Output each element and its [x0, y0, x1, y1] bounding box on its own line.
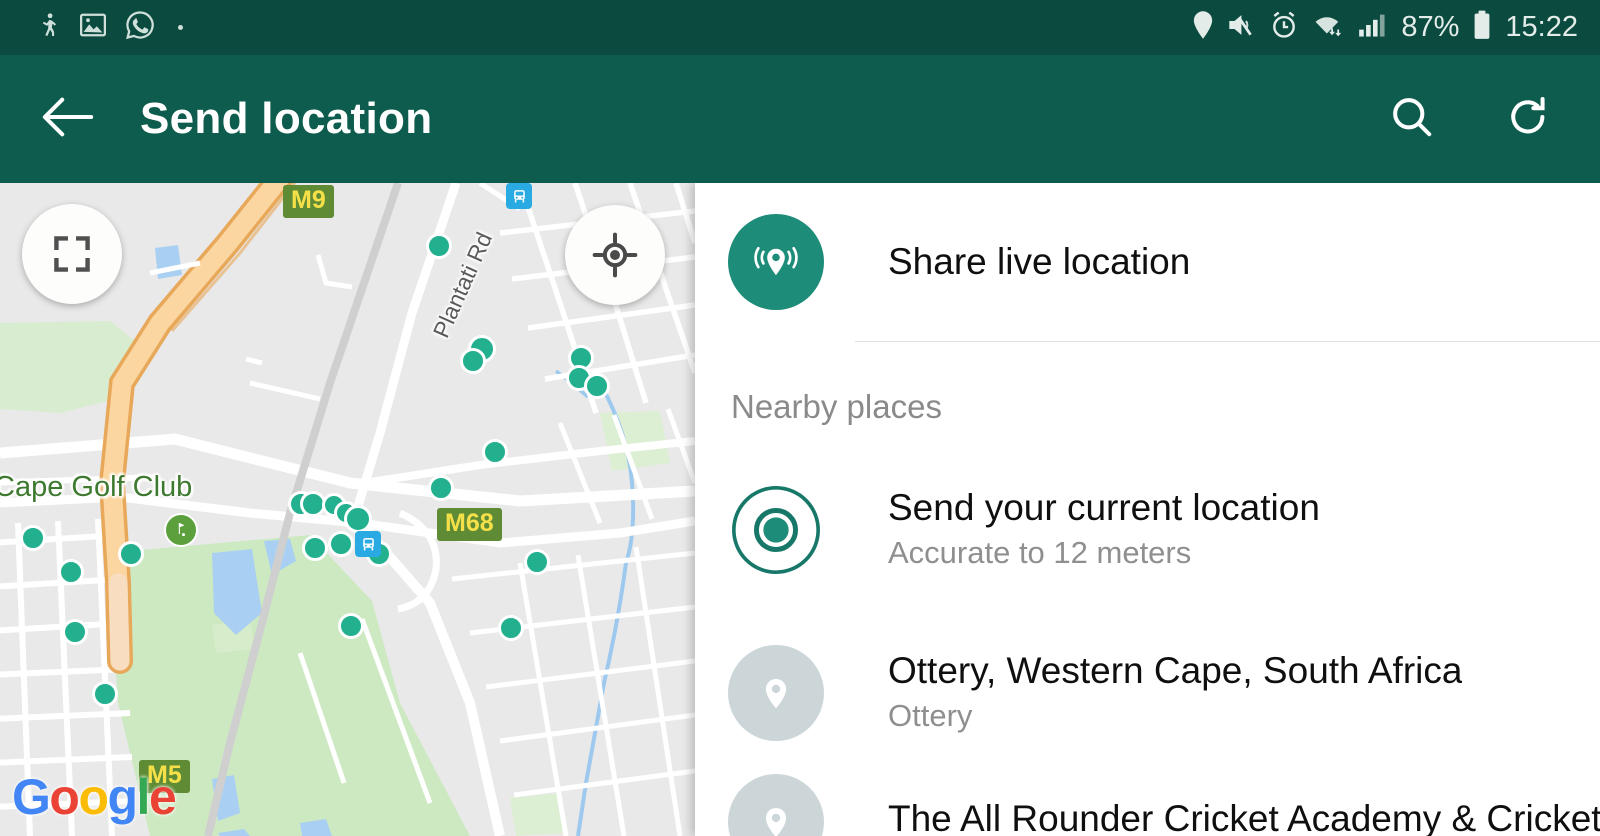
photo-icon — [78, 10, 108, 45]
place-dot-marker[interactable] — [118, 541, 144, 567]
nearby-place-row[interactable]: The All Rounder Cricket Academy & Cricke… — [695, 774, 1600, 836]
live-location-broadcast-icon — [728, 214, 824, 310]
nearby-place-text: Ottery, Western Cape, South Africa Otter… — [888, 650, 1462, 735]
place-dot-marker[interactable] — [426, 233, 452, 259]
location-options-panel: Share live location Nearby places Send y… — [695, 183, 1600, 836]
transit-station-icon[interactable] — [506, 183, 532, 209]
clock-label: 15:22 — [1505, 11, 1578, 43]
place-dot-marker[interactable] — [62, 619, 88, 645]
back-button[interactable] — [36, 87, 100, 151]
nearby-place-subtitle: Ottery — [888, 698, 973, 734]
running-person-icon — [36, 9, 62, 46]
location-pin-icon — [1192, 10, 1214, 45]
nearby-place-title: The All Rounder Cricket Academy & Cricke… — [888, 798, 1600, 836]
send-current-location-text: Send your current location Accurate to 1… — [888, 487, 1320, 572]
road-shield-m9: M9 — [283, 185, 334, 218]
google-letter-l: l — [136, 769, 151, 825]
place-dot-marker[interactable] — [302, 535, 328, 561]
volume-mute-icon — [1227, 11, 1257, 44]
alarm-clock-icon — [1270, 10, 1298, 45]
google-letter-g: G — [12, 769, 51, 825]
transit-station-icon[interactable] — [355, 531, 381, 557]
place-dot-marker[interactable] — [328, 531, 354, 557]
place-dot-marker[interactable] — [460, 348, 486, 374]
send-current-location-subtitle: Accurate to 12 meters — [888, 535, 1192, 571]
map-view[interactable]: Cape Golf Club Plantati Rd M9 M68 M5 Goo… — [0, 183, 695, 836]
place-dot-marker[interactable] — [482, 439, 508, 465]
place-dot-marker[interactable] — [344, 505, 372, 533]
nearby-place-title: Ottery, Western Cape, South Africa — [888, 649, 1463, 691]
nearby-places-header: Nearby places — [731, 388, 942, 425]
share-live-location-title: Share live location — [888, 241, 1191, 283]
my-location-button[interactable] — [565, 205, 665, 305]
refresh-icon — [1505, 94, 1551, 145]
page-title: Send location — [140, 94, 433, 143]
place-dot-marker[interactable] — [338, 613, 364, 639]
share-live-location-text: Share live location — [888, 241, 1190, 282]
status-bar: 87% 15:22 — [0, 0, 1600, 55]
whatsapp-icon — [124, 9, 156, 46]
search-button[interactable] — [1384, 91, 1440, 147]
place-pin-icon — [728, 774, 824, 836]
status-bar-notifications — [36, 9, 183, 46]
app-bar: Send location — [0, 55, 1600, 183]
battery-percent-label: 87% — [1401, 11, 1460, 43]
status-bar-system-icons: 87% 15:22 — [1192, 10, 1578, 45]
google-letter-o2: o — [78, 769, 109, 825]
place-dot-marker[interactable] — [498, 615, 524, 641]
golf-course-icon[interactable] — [164, 513, 198, 547]
arrow-back-icon — [41, 95, 95, 144]
fullscreen-button[interactable] — [22, 204, 122, 304]
app-bar-actions — [1384, 91, 1556, 147]
road-shield-m68: M68 — [437, 508, 502, 541]
my-location-crosshair-icon — [592, 232, 638, 278]
map-label-golf-club: Cape Golf Club — [0, 471, 193, 503]
dot-indicator — [178, 25, 183, 30]
place-dot-marker[interactable] — [20, 525, 46, 551]
google-letter-g2: g — [107, 769, 139, 825]
nearby-place-icon-wrap — [728, 774, 824, 836]
current-location-target-icon — [732, 485, 820, 574]
share-live-location-icon-wrap — [728, 214, 824, 310]
place-dot-marker[interactable] — [428, 475, 454, 501]
nearby-place-row[interactable]: Ottery, Western Cape, South Africa Otter… — [695, 611, 1600, 774]
send-current-location-icon-wrap — [728, 482, 824, 578]
whatsapp-send-location-screen: 87% 15:22 Send location Cape Golf Club P… — [0, 0, 1600, 836]
google-letter-o1: o — [49, 769, 80, 825]
nearby-place-text: The All Rounder Cricket Academy & Cricke… — [888, 796, 1600, 836]
google-letter-e: e — [148, 769, 177, 825]
place-dot-marker[interactable] — [58, 559, 84, 585]
wifi-icon — [1311, 11, 1345, 44]
send-current-location-row[interactable]: Send your current location Accurate to 1… — [695, 448, 1600, 611]
send-current-location-title: Send your current location — [888, 486, 1320, 528]
place-pin-icon — [728, 644, 824, 741]
place-dot-marker[interactable] — [584, 373, 610, 399]
place-dot-marker[interactable] — [524, 549, 550, 575]
nearby-place-icon-wrap — [728, 644, 824, 741]
share-live-location-row[interactable]: Share live location — [695, 183, 1600, 341]
fullscreen-expand-icon — [50, 232, 94, 276]
cellular-signal-icon — [1358, 11, 1388, 44]
battery-icon — [1472, 10, 1492, 45]
refresh-button[interactable] — [1500, 91, 1556, 147]
search-icon — [1389, 94, 1435, 145]
google-attribution-logo: Google — [12, 769, 177, 825]
place-dot-marker[interactable] — [92, 681, 118, 707]
